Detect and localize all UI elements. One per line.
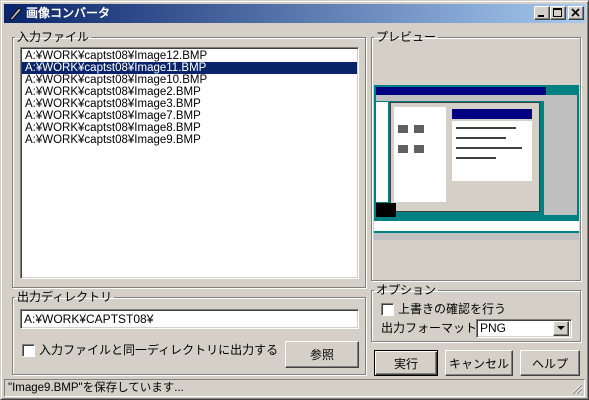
output-format-label: 出力フォーマット [381, 321, 478, 335]
window-title: 画像コンバータ [26, 6, 111, 20]
file-list-item[interactable]: A:¥WORK¥captst08¥Image2.BMP [22, 86, 357, 98]
run-button[interactable]: 実行 [374, 350, 438, 376]
file-list-item[interactable]: A:¥WORK¥captst08¥Image8.BMP [22, 122, 357, 134]
resize-grip-icon[interactable] [570, 382, 583, 395]
maximize-icon [553, 8, 562, 17]
format-dropdown-button[interactable] [553, 321, 569, 336]
cancel-button[interactable]: キャンセル [445, 350, 513, 376]
close-icon [571, 8, 580, 17]
input-files-label: 入力ファイル [17, 30, 90, 44]
status-text: "Image9.BMP"を保存しています... [8, 382, 184, 394]
minimize-icon [538, 15, 544, 17]
app-icon [9, 7, 22, 21]
file-list-item[interactable]: A:¥WORK¥captst08¥Image10.BMP [22, 74, 357, 86]
file-list-item[interactable]: A:¥WORK¥captst08¥Image11.BMP [22, 62, 357, 74]
maximize-button[interactable] [550, 6, 566, 20]
options-label: オプション [376, 283, 437, 297]
preview-label: プレビュー [376, 30, 437, 44]
file-list-item[interactable]: A:¥WORK¥captst08¥Image3.BMP [22, 98, 357, 110]
output-format-select[interactable]: PNG [476, 319, 572, 338]
preview-image [374, 85, 579, 240]
help-button[interactable]: ヘルプ [520, 350, 580, 376]
output-directory-value: A:¥WORK¥CAPTST08¥ [24, 312, 154, 326]
same-directory-checkbox[interactable] [22, 344, 35, 357]
output-directory-label: 出力ディレクトリ [17, 290, 113, 304]
file-list-item[interactable]: A:¥WORK¥captst08¥Image9.BMP [22, 134, 357, 146]
input-file-list[interactable]: A:¥WORK¥captst08¥Image12.BMP A:¥WORK¥capt… [20, 47, 359, 279]
file-list-item[interactable]: A:¥WORK¥captst08¥Image7.BMP [22, 110, 357, 122]
file-list-item[interactable]: A:¥WORK¥captst08¥Image12.BMP [22, 50, 357, 62]
chevron-down-icon [556, 326, 565, 330]
overwrite-confirm-label[interactable]: 上書きの確認を行う [398, 302, 506, 316]
overwrite-confirm-checkbox[interactable] [381, 303, 394, 316]
title-bar[interactable]: 画像コンバータ [4, 4, 585, 23]
status-bar: "Image9.BMP"を保存しています... [4, 379, 585, 397]
output-directory-field[interactable]: A:¥WORK¥CAPTST08¥ [20, 309, 359, 329]
same-directory-label[interactable]: 入力ファイルと同一ディレクトリに出力する [39, 343, 278, 357]
browse-button[interactable]: 参照 [285, 341, 359, 368]
output-format-value: PNG [480, 321, 507, 335]
image-converter-window: 画像コンバータ 入力ファイル A:¥WORK¥captst08¥Image12.… [0, 0, 589, 400]
close-button[interactable] [568, 6, 584, 20]
minimize-button[interactable] [534, 6, 550, 20]
